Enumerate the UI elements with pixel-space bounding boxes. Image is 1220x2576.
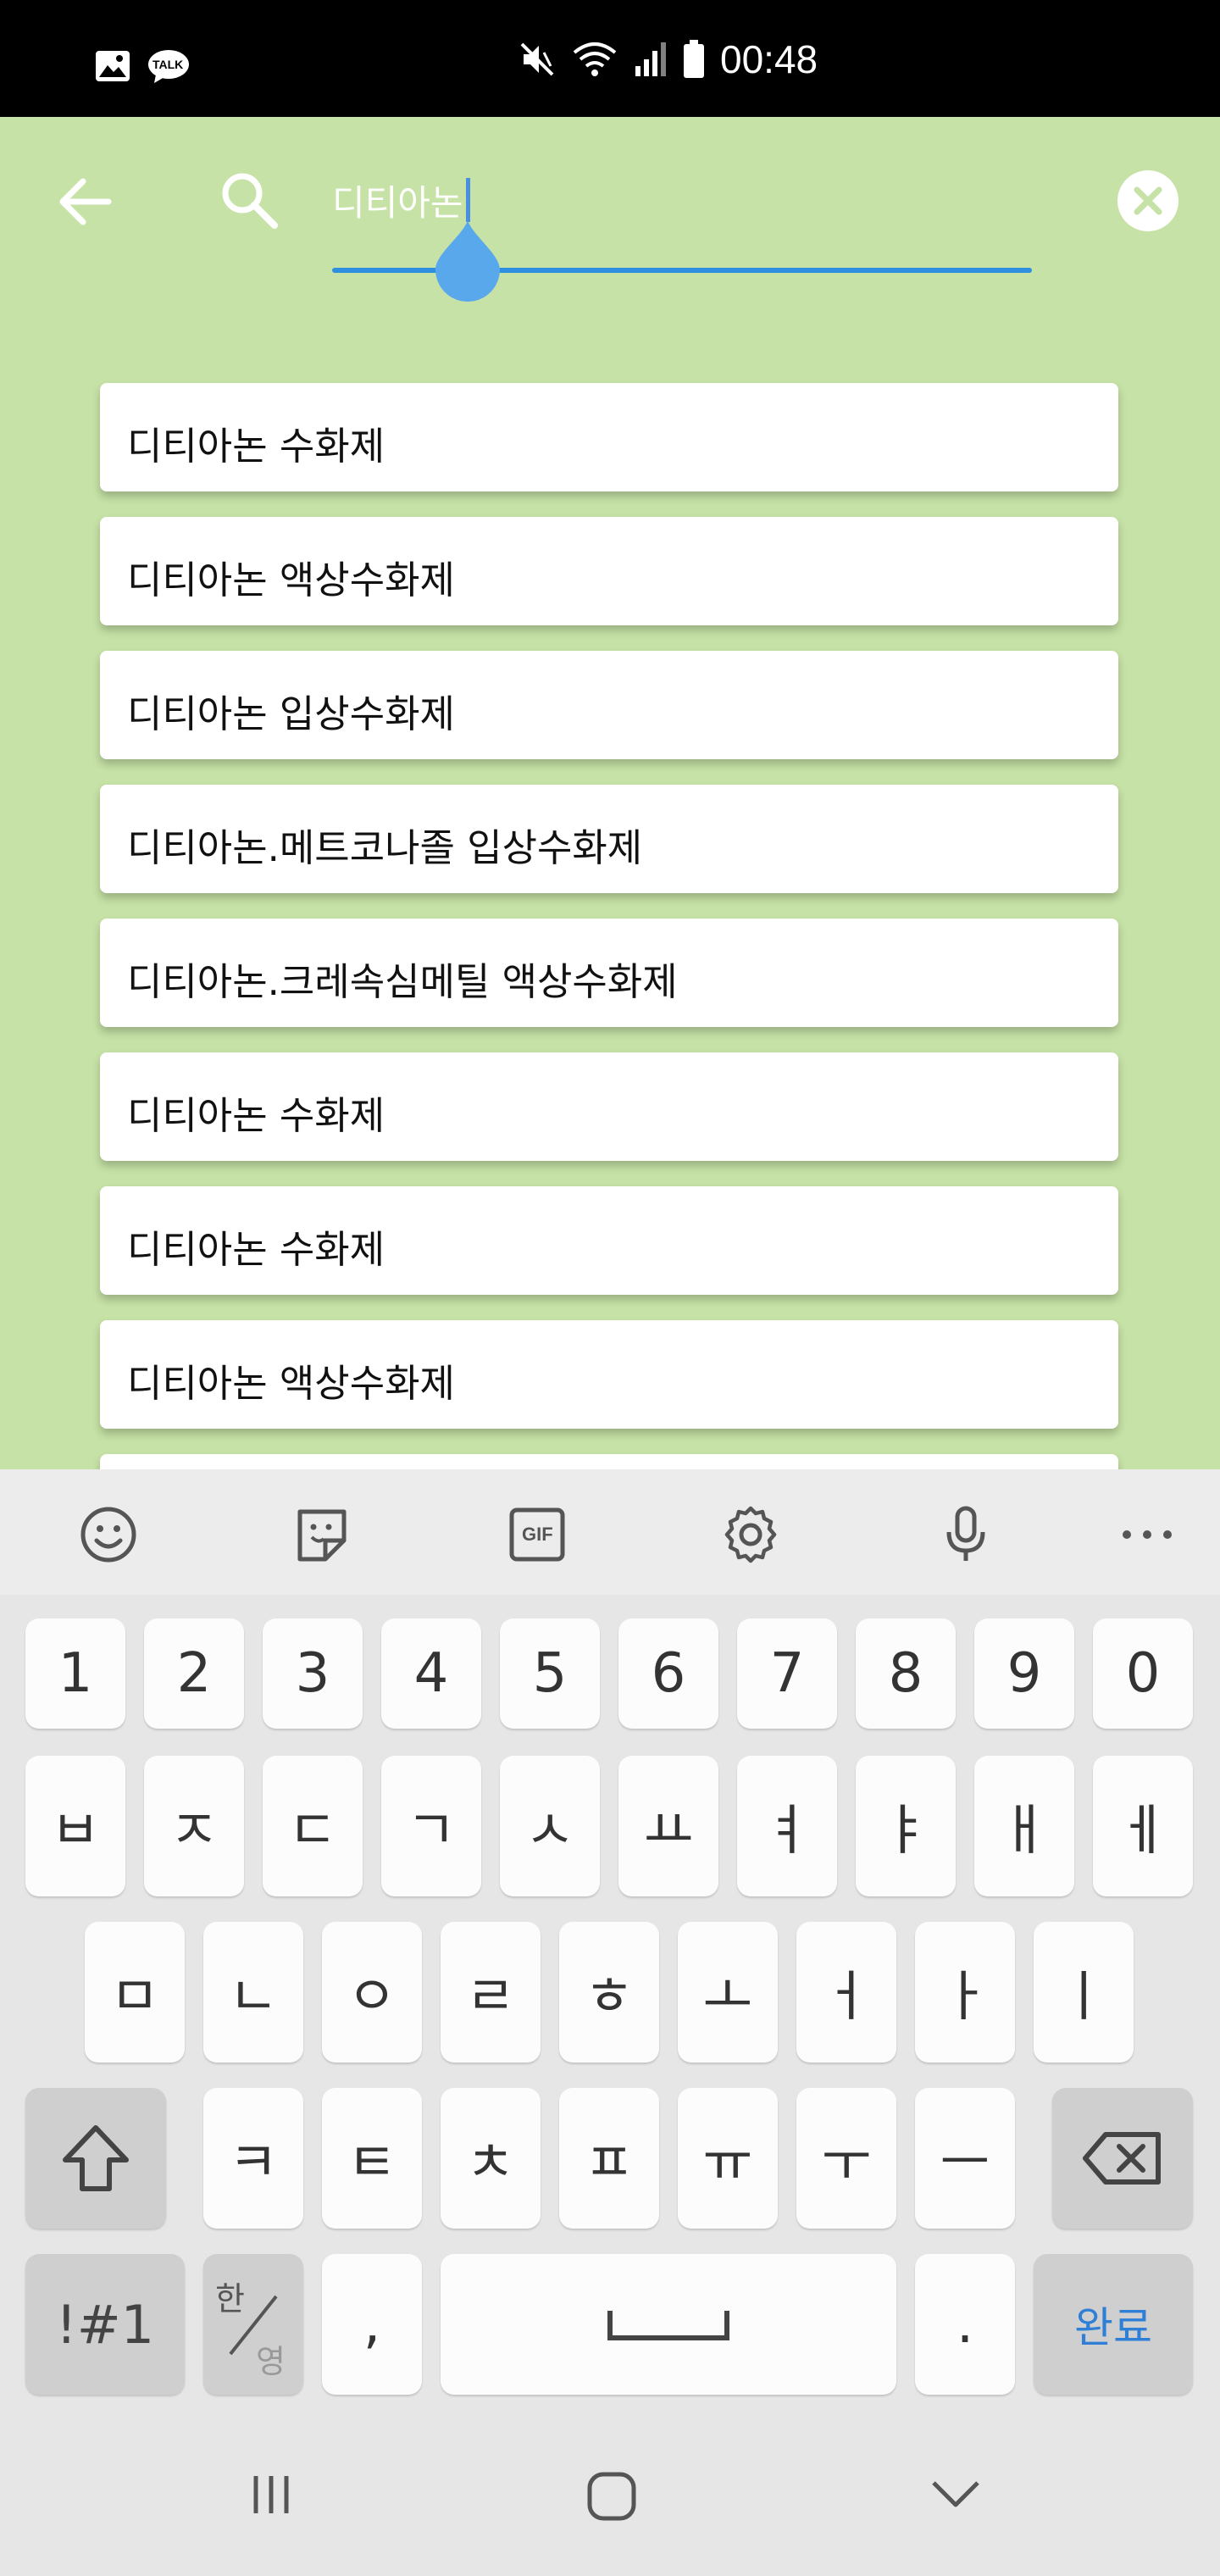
key-4[interactable]: 4 — [381, 1618, 481, 1729]
key-jieut[interactable]: ㅈ — [144, 1756, 244, 1896]
key-bieup[interactable]: ㅂ — [25, 1756, 125, 1896]
signal-icon — [635, 42, 666, 76]
language-key[interactable]: 한 영 — [203, 2254, 303, 2395]
suggestion-label: 디티아논 입상수화제 — [127, 691, 455, 736]
done-key[interactable]: 완료 — [1034, 2254, 1193, 2395]
suggestion-label: 디티아논 수화제 — [127, 1227, 385, 1272]
emoji-icon[interactable] — [75, 1505, 142, 1564]
mute-icon — [520, 42, 554, 76]
keyboard-toolbar: GIF — [0, 1469, 1220, 1595]
talk-label: TALK — [152, 58, 184, 71]
key-6[interactable]: 6 — [618, 1618, 718, 1729]
key-eu[interactable]: ㅡ — [915, 2088, 1015, 2229]
suggestion-item[interactable]: 디티아논 액상수화제 — [100, 517, 1118, 625]
suggestion-item[interactable]: 디티아논 액상수화제 — [100, 1320, 1118, 1429]
key-chieut[interactable]: ㅊ — [441, 2088, 541, 2229]
keyboard: GIF 1 2 3 4 5 6 7 8 9 0 ㅂ ㅈ ㄷ ㄱ ㅅ ㅛ ㅕ ㅑ … — [0, 1469, 1220, 2576]
gif-icon[interactable]: GIF — [503, 1505, 571, 1564]
space-icon — [607, 2311, 729, 2340]
key-siot[interactable]: ㅅ — [500, 1756, 600, 1896]
key-tieut[interactable]: ㅌ — [322, 2088, 422, 2229]
key-8[interactable]: 8 — [856, 1618, 956, 1729]
key-o[interactable]: ㅗ — [678, 1922, 778, 2062]
search-bar — [0, 117, 1220, 371]
suggestion-label: 디티아논.메트코나졸 입상수화제 — [127, 825, 643, 870]
key-ya[interactable]: ㅑ — [856, 1756, 956, 1896]
shift-key[interactable] — [25, 2088, 166, 2229]
space-key[interactable] — [441, 2254, 896, 2395]
cursor-handle[interactable] — [434, 220, 502, 302]
suggestion-item[interactable]: 디티아논 수화제 — [100, 1186, 1118, 1295]
key-0[interactable]: 0 — [1093, 1618, 1193, 1729]
key-i[interactable]: ㅣ — [1034, 1922, 1134, 2062]
suggestion-label: 디티아논 수화제 — [127, 1093, 385, 1138]
key-eo[interactable]: ㅓ — [796, 1922, 896, 2062]
battery-icon — [684, 40, 704, 78]
key-5[interactable]: 5 — [500, 1618, 600, 1729]
clear-icon[interactable] — [1117, 169, 1179, 232]
navigation-bar — [0, 2440, 1220, 2576]
search-input[interactable]: 디티아논 — [332, 175, 463, 226]
key-e[interactable]: ㅔ — [1093, 1756, 1193, 1896]
suggestion-label: 디티아논 수화제 — [127, 424, 385, 469]
key-yu[interactable]: ㅠ — [678, 2088, 778, 2229]
key-mieum[interactable]: ㅁ — [85, 1922, 185, 2062]
more-icon[interactable] — [1113, 1505, 1181, 1564]
key-u[interactable]: ㅜ — [796, 2088, 896, 2229]
key-9[interactable]: 9 — [974, 1618, 1074, 1729]
suggestion-item[interactable]: 디티아논 수화제 — [100, 383, 1118, 491]
suggestion-item[interactable]: 디티아논 수화제 — [100, 1052, 1118, 1161]
settings-icon[interactable] — [717, 1505, 785, 1564]
backspace-icon — [1083, 2132, 1161, 2185]
comma-key[interactable]: , — [322, 2254, 422, 2395]
key-pieup[interactable]: ㅍ — [559, 2088, 659, 2229]
symbols-key[interactable]: !#1 — [25, 2254, 185, 2395]
suggestion-item[interactable]: 디티아논.메트코나졸 입상수화제 — [100, 785, 1118, 893]
key-nieun[interactable]: ㄴ — [203, 1922, 303, 2062]
key-2[interactable]: 2 — [144, 1618, 244, 1729]
key-yo[interactable]: ㅛ — [618, 1756, 718, 1896]
backspace-key[interactable] — [1052, 2088, 1193, 2229]
search-icon — [222, 173, 278, 229]
key-3[interactable]: 3 — [263, 1618, 363, 1729]
suggestion-item[interactable]: 디티아논 입상수화제 — [100, 651, 1118, 759]
sticker-icon[interactable] — [288, 1505, 356, 1564]
key-ieung[interactable]: ㅇ — [322, 1922, 422, 2062]
gif-label: GIF — [522, 1524, 553, 1545]
lang-bottom-label: 영 — [256, 2343, 286, 2380]
key-7[interactable]: 7 — [737, 1618, 837, 1729]
hide-keyboard-icon[interactable] — [929, 2476, 983, 2513]
suggestion-label: 디티아논.크레속심메틸 액상수화제 — [127, 959, 678, 1004]
key-hieut[interactable]: ㅎ — [559, 1922, 659, 2062]
suggestion-label: 디티아논 액상수화제 — [127, 1361, 455, 1406]
key-digeut[interactable]: ㄷ — [263, 1756, 363, 1896]
shift-icon — [63, 2125, 129, 2191]
status-time: 00:48 — [720, 37, 818, 81]
period-key[interactable]: . — [915, 2254, 1015, 2395]
key-kieuk[interactable]: ㅋ — [203, 2088, 303, 2229]
suggestion-label: 디티아논 액상수화제 — [127, 558, 455, 602]
suggestion-item[interactable]: 디티아논.크레속심메틸 액상수화제 — [100, 919, 1118, 1027]
status-bar: TALK 00:48 — [0, 0, 1220, 117]
key-ae[interactable]: ㅐ — [974, 1756, 1074, 1896]
back-arrow-icon[interactable] — [56, 176, 112, 227]
gallery-icon — [96, 51, 130, 81]
wifi-icon — [573, 42, 617, 76]
text-cursor — [466, 178, 470, 222]
microphone-icon[interactable] — [932, 1505, 1000, 1564]
key-1[interactable]: 1 — [25, 1618, 125, 1729]
key-yeo[interactable]: ㅕ — [737, 1756, 837, 1896]
kakaotalk-icon: TALK — [147, 49, 190, 83]
recent-apps-icon[interactable] — [246, 2469, 297, 2520]
key-rieul[interactable]: ㄹ — [441, 1922, 541, 2062]
key-giyeok[interactable]: ㄱ — [381, 1756, 481, 1896]
home-icon[interactable] — [585, 2469, 639, 2523]
key-a[interactable]: ㅏ — [915, 1922, 1015, 2062]
